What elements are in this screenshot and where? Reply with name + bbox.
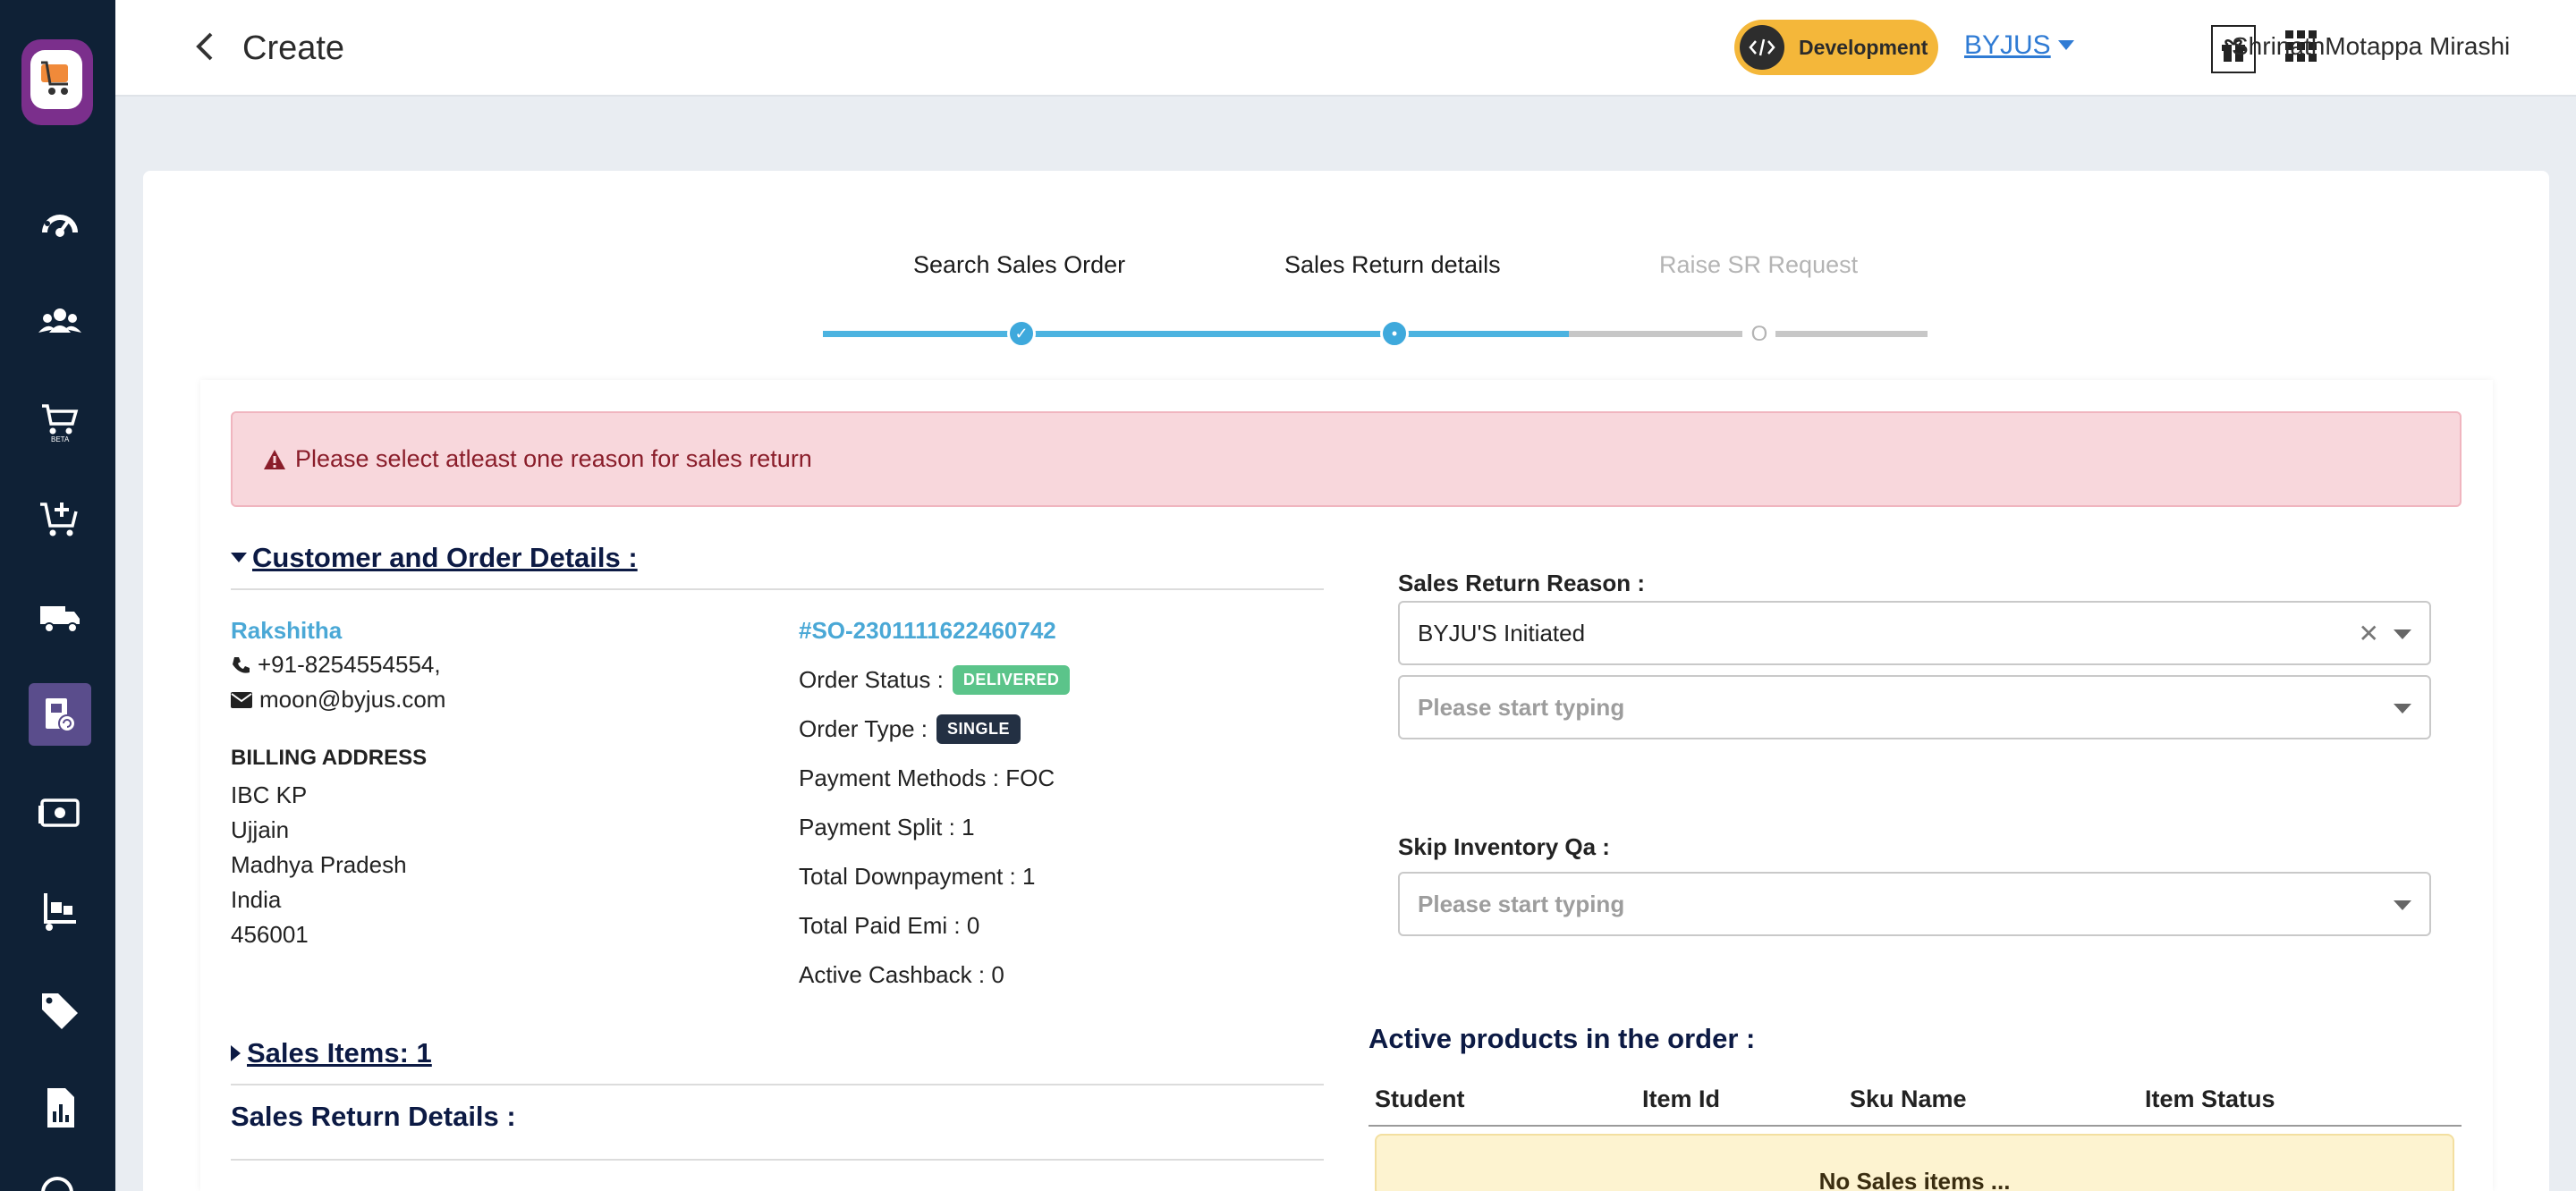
billing-address-heading: BILLING ADDRESS: [231, 746, 428, 770]
payment-split: Payment Split : 1: [799, 814, 975, 840]
total-paid-emi: Total Paid Emi : 0: [799, 912, 980, 939]
beta-cart-icon[interactable]: BETA: [29, 389, 91, 452]
billing-line: Madhya Pradesh: [231, 851, 407, 878]
section-divider: [231, 588, 1324, 590]
add-cart-icon[interactable]: [29, 487, 91, 550]
stepper: Search Sales Order Sales Return details …: [143, 171, 2549, 350]
envelope-icon: [231, 691, 252, 708]
section-divider: [231, 1084, 1324, 1085]
skip-inventory-qa-select[interactable]: Please start typing: [1398, 872, 2431, 936]
status-badge: DELIVERED: [952, 665, 1071, 695]
sales-return-details-heading: Sales Return Details :: [231, 1101, 516, 1132]
order-status: Order Status : DELIVERED: [799, 665, 1071, 695]
skip-inventory-qa-placeholder: Please start typing: [1418, 890, 1625, 917]
sales-order-number[interactable]: #SO-2301111622460742: [799, 617, 1056, 645]
beta-label: BETA: [51, 435, 70, 443]
users-icon[interactable]: [29, 291, 91, 353]
column-header-sku-name: Sku Name: [1850, 1085, 1967, 1112]
caret-down-icon[interactable]: [2394, 704, 2411, 714]
payment-icon[interactable]: [29, 781, 91, 844]
sales-return-reason-label: Sales Return Reason :: [1398, 570, 1645, 596]
customer-section-title: Customer and Order Details :: [252, 542, 638, 573]
customer-order-details-toggle[interactable]: Customer and Order Details :: [231, 542, 638, 574]
code-icon: [1740, 25, 1784, 70]
table-header-divider: [1368, 1125, 2462, 1127]
customer-phone-text: +91-8254554554,: [258, 651, 441, 678]
payment-methods: Payment Methods : FOC: [799, 764, 1055, 791]
organization-name: BYJUS: [1964, 30, 2051, 60]
section-divider: [231, 1159, 1324, 1161]
order-status-label: Order Status :: [799, 666, 944, 693]
top-header: Create Development BYJUS ShrinathMotappa…: [115, 0, 2576, 97]
sidebar: BETA: [0, 0, 115, 1191]
customer-phone: +91-8254554554,: [231, 651, 441, 679]
organization-dropdown[interactable]: BYJUS: [1964, 30, 2074, 61]
column-header-item-id: Item Id: [1642, 1085, 1721, 1112]
step-sales-return-details: Sales Return details: [1284, 251, 1501, 278]
progress-track-done: [823, 331, 1569, 337]
alert-message: Please select atleast one reason for sal…: [295, 445, 812, 472]
clear-icon[interactable]: ✕: [2359, 619, 2379, 648]
progress-track-pending-end: [1775, 331, 1928, 337]
tag-icon[interactable]: [29, 978, 91, 1041]
sales-items-toggle[interactable]: Sales Items: 1: [231, 1037, 432, 1069]
sales-items-title: Sales Items: 1: [247, 1037, 432, 1069]
step-active-dot: •: [1380, 319, 1409, 348]
sales-return-reason-value: BYJU'S Initiated: [1418, 619, 1586, 646]
dashboard-icon[interactable]: [29, 192, 91, 255]
inventory-icon[interactable]: [29, 880, 91, 942]
step-raise-sr-request: Raise SR Request: [1659, 251, 1859, 278]
order-type-label: Order Type :: [799, 715, 928, 742]
order-type-badge: SINGLE: [936, 714, 1021, 744]
order-type: Order Type : SINGLE: [799, 714, 1021, 744]
user-name[interactable]: ShrinathMotappa Mirashi: [2232, 32, 2510, 61]
back-button[interactable]: [187, 27, 223, 66]
customer-email-text: moon@byjus.com: [259, 686, 446, 713]
page-title: Create: [242, 30, 345, 67]
customer-name[interactable]: Rakshitha: [231, 617, 342, 645]
customer-email: moon@byjus.com: [231, 686, 445, 714]
caret-down-icon: [2057, 40, 2074, 50]
active-cashback: Active Cashback : 0: [799, 961, 1004, 988]
empty-state: No Sales items ...: [1375, 1134, 2454, 1191]
reports-icon[interactable]: [29, 1077, 91, 1139]
phone-icon: [233, 656, 250, 673]
chevron-left-icon: [196, 32, 213, 61]
caret-down-icon: [231, 553, 247, 562]
column-header-student: Student: [1375, 1085, 1465, 1112]
environment-badge[interactable]: Development: [1734, 20, 1938, 75]
step-pending-marker: O: [1750, 322, 1768, 346]
billing-line: Ujjain: [231, 816, 290, 843]
empty-state-text: No Sales items ...: [1818, 1168, 2011, 1191]
step-search-sales-order: Search Sales Order: [913, 251, 1126, 278]
warning-icon: [264, 449, 285, 469]
app-logo[interactable]: [21, 39, 93, 129]
billing-line: 456001: [231, 921, 309, 948]
error-alert: Please select atleast one reason for sal…: [231, 411, 2462, 507]
skip-inventory-qa-label: Skip Inventory Qa :: [1398, 833, 1610, 860]
column-header-item-status: Item Status: [2145, 1085, 2275, 1112]
sales-return-icon[interactable]: [29, 683, 91, 746]
caret-down-icon[interactable]: [2394, 629, 2411, 639]
total-downpayment: Total Downpayment : 1: [799, 863, 1036, 890]
environment-label: Development: [1799, 35, 1928, 59]
settings-icon[interactable]: [39, 1173, 75, 1191]
active-products-heading: Active products in the order :: [1368, 1023, 1756, 1054]
progress-track-pending: [1569, 331, 1742, 337]
sub-reason-placeholder: Please start typing: [1418, 693, 1625, 721]
billing-line: India: [231, 886, 282, 913]
delivery-truck-icon[interactable]: [29, 586, 91, 648]
sub-reason-select[interactable]: Please start typing: [1398, 675, 2431, 739]
billing-line: IBC KP: [231, 781, 308, 808]
sales-return-reason-select[interactable]: BYJU'S Initiated ✕: [1398, 601, 2431, 665]
caret-right-icon: [231, 1045, 241, 1061]
step-done-check-icon: ✓: [1007, 319, 1036, 348]
caret-down-icon[interactable]: [2394, 900, 2411, 910]
